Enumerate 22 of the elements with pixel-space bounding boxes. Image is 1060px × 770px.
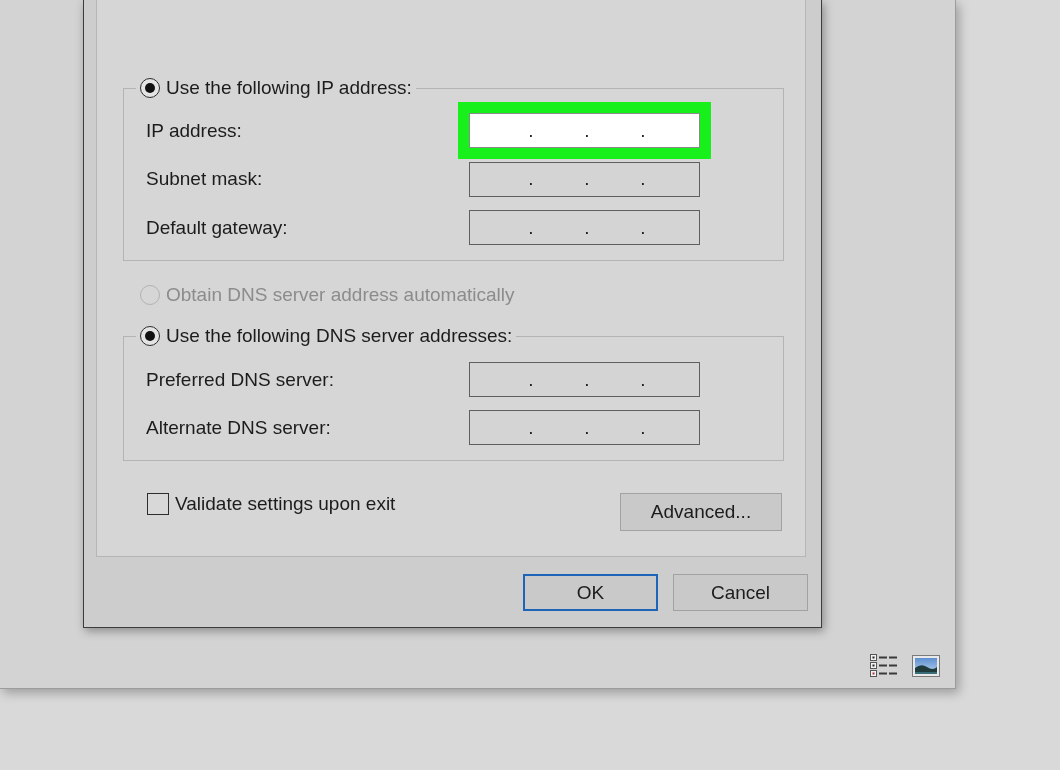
dialog-button[interactable]: OK (523, 574, 658, 611)
radio-button[interactable] (140, 78, 160, 98)
radio-label: Use the following DNS server addresses: (166, 325, 513, 347)
checkbox-label: Validate settings upon exit (175, 493, 396, 515)
ip-address-field[interactable]: . . . (469, 161, 700, 197)
ip-address-field[interactable]: . . . (469, 410, 700, 445)
checkbox[interactable] (147, 493, 169, 515)
field-label: Default gateway: (146, 216, 289, 239)
list-view-icon[interactable] (870, 654, 898, 678)
advanced-button[interactable]: Advanced... (620, 493, 782, 531)
ip-address-field[interactable]: . . . (469, 362, 700, 397)
dialog-button[interactable]: Cancel (673, 574, 808, 611)
field-label: IP address: (146, 119, 243, 142)
radio-label: Obtain DNS server address automatically (166, 284, 515, 306)
field-label: Alternate DNS server: (146, 416, 332, 439)
field-label: Preferred DNS server: (146, 368, 335, 391)
picture-icon[interactable] (912, 655, 940, 677)
ip-address-field[interactable]: . . . (469, 210, 700, 245)
radio-button[interactable] (140, 326, 160, 346)
ip-address-field[interactable]: . . . (469, 113, 700, 148)
field-label: Subnet mask: (146, 168, 264, 190)
radio-label: Use the following IP address: (166, 77, 412, 99)
